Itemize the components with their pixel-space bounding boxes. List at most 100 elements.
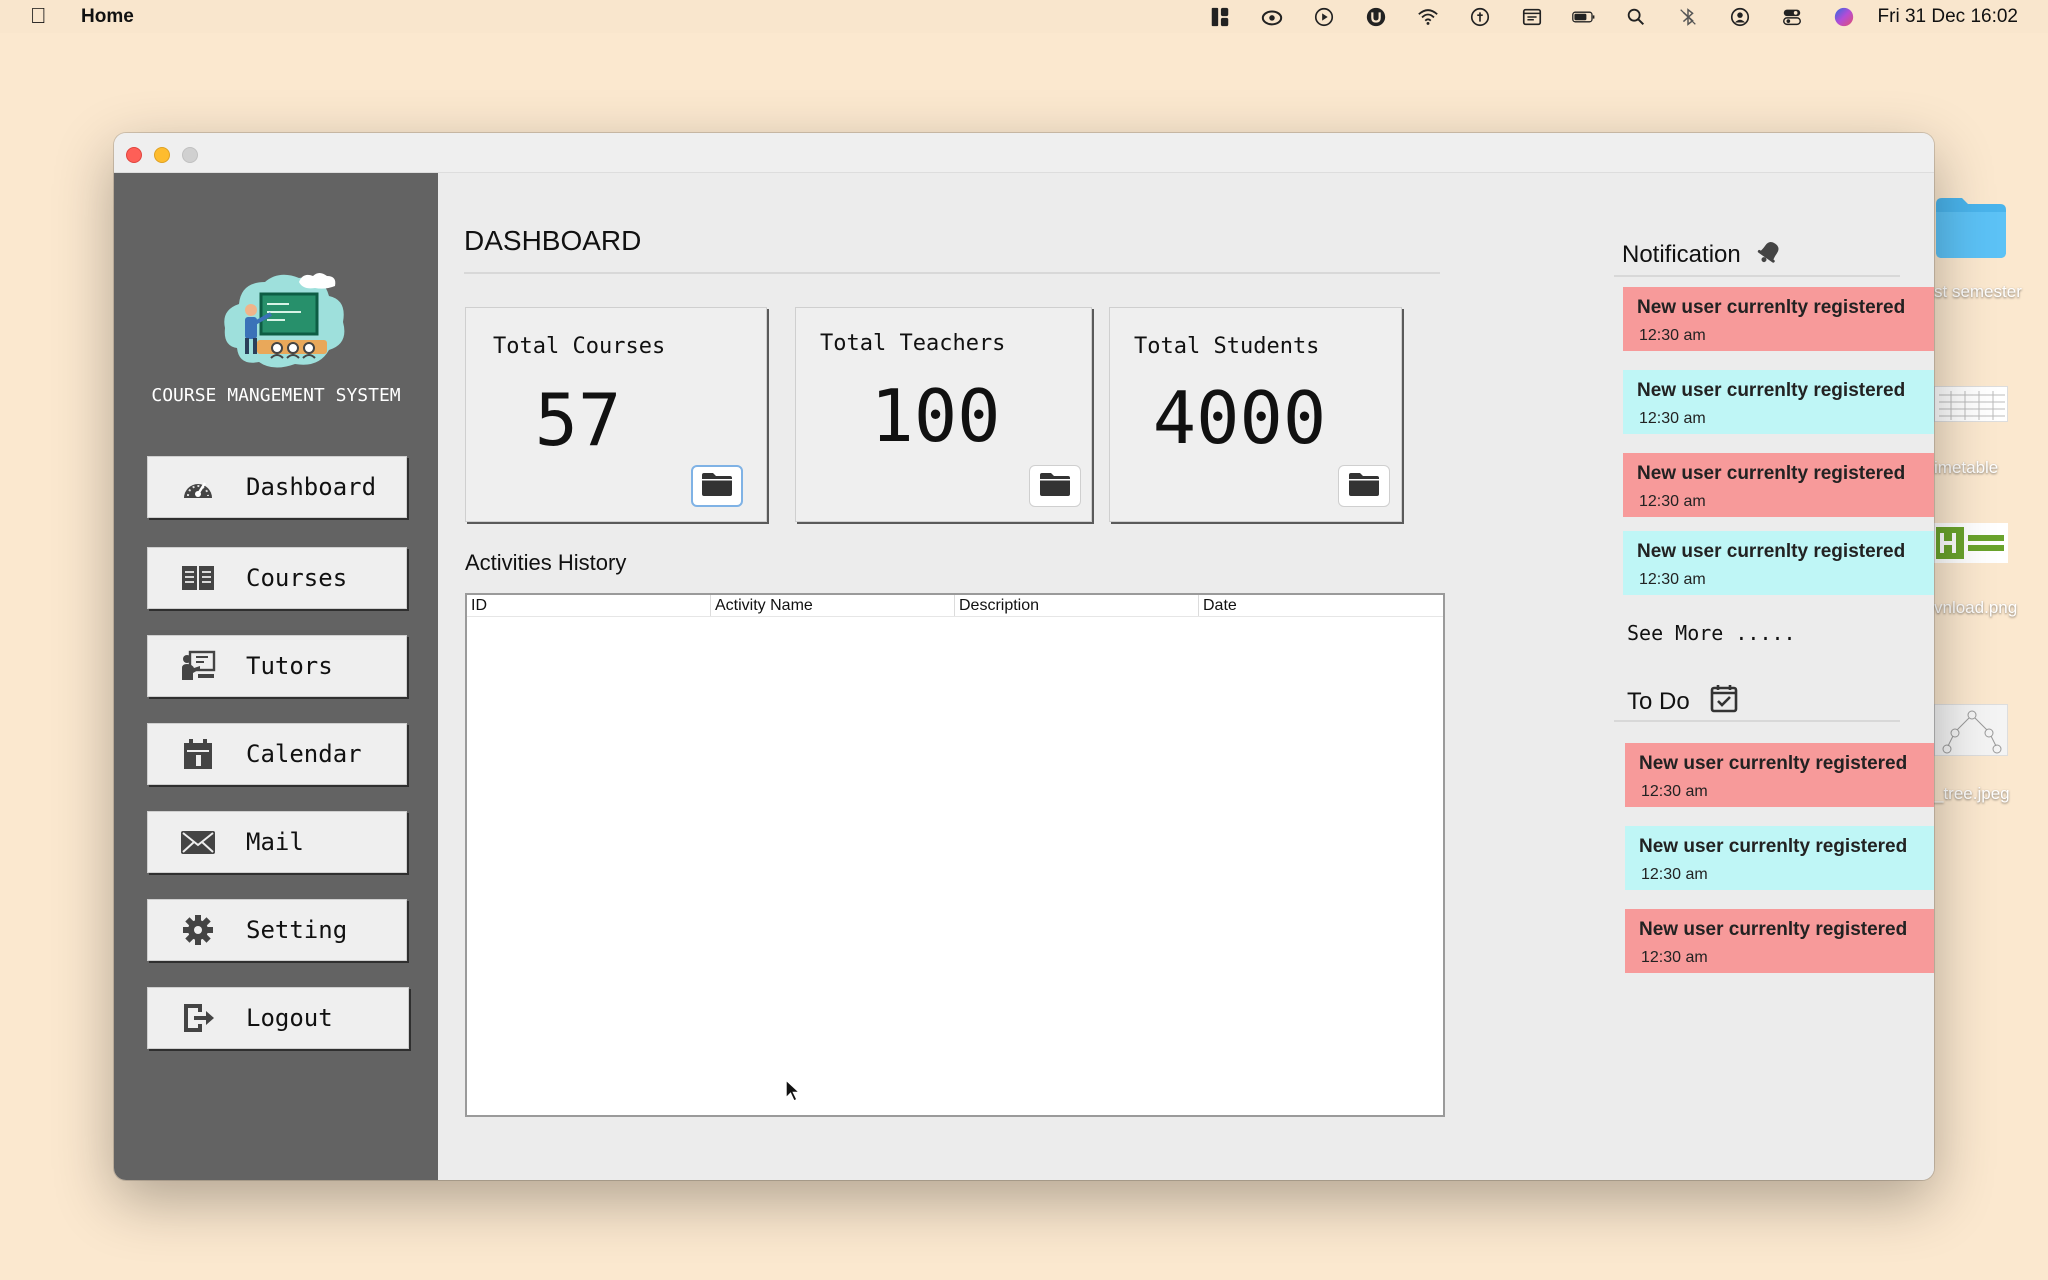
activities-table-header: ID Activity Name Description Date — [467, 595, 1443, 617]
see-more-link[interactable]: See More ..... — [1627, 621, 1796, 645]
apple-icon[interactable]:  — [30, 3, 47, 29]
column-header[interactable]: Date — [1199, 595, 1443, 616]
notification-item[interactable]: New user currenlty registered 12:30 am — [1623, 453, 1934, 517]
notification-item[interactable]: New user currenlty registered 12:30 am — [1623, 287, 1934, 351]
folder-icon — [1348, 471, 1380, 502]
control-center-icon[interactable] — [1766, 0, 1818, 33]
nav-label: Setting — [246, 916, 348, 944]
nav-label: Dashboard — [246, 473, 377, 501]
notification-time: 12:30 am — [1639, 327, 1706, 344]
wifi-icon[interactable] — [1402, 0, 1454, 33]
card-value: 100 — [870, 374, 1001, 458]
nav-setting-button[interactable]: Setting — [147, 899, 407, 961]
todo-text: New user currenlty registered — [1639, 919, 1908, 940]
column-header[interactable]: Description — [955, 595, 1199, 616]
zoom-window-button[interactable] — [182, 147, 198, 163]
nav-label: Tutors — [246, 652, 333, 680]
teachers-folder-button[interactable] — [1029, 465, 1081, 507]
card-label: Total Teachers — [820, 331, 1006, 356]
main-content: DASHBOARD Total Courses 57 Total Teacher… — [438, 173, 1934, 1180]
desktop-tree-thumbnail[interactable] — [1934, 704, 2008, 756]
notification-title: Notification — [1622, 240, 1741, 268]
folder-icon — [701, 471, 733, 502]
notification-item[interactable]: New user currenlty registered 12:30 am — [1623, 370, 1934, 434]
utorrent-icon[interactable] — [1350, 0, 1402, 33]
search-icon[interactable] — [1610, 0, 1662, 33]
user-icon[interactable] — [1714, 0, 1766, 33]
card-value: 57 — [534, 378, 622, 462]
total-courses-card: Total Courses 57 — [465, 307, 767, 522]
todo-header: To Do — [1627, 683, 1738, 720]
desktop-item-label[interactable]: imetable — [1934, 458, 1998, 478]
app-window: COURSE MANGEMENT SYSTEM Dashboard Course… — [114, 133, 1934, 1180]
desktop-timetable-thumbnail[interactable] — [1934, 386, 2008, 422]
total-students-card: Total Students 4000 — [1109, 307, 1402, 522]
gear-icon — [178, 912, 218, 948]
bluetooth-icon[interactable] — [1662, 0, 1714, 33]
todo-title: To Do — [1627, 687, 1690, 715]
nav-label: Logout — [246, 1004, 333, 1032]
minimize-window-button[interactable] — [154, 147, 170, 163]
nav-label: Calendar — [246, 740, 362, 768]
todo-text: New user currenlty registered — [1639, 836, 1908, 857]
play-icon[interactable] — [1298, 0, 1350, 33]
nav-calendar-button[interactable]: Calendar — [147, 723, 407, 785]
nav-courses-button[interactable]: Courses — [147, 547, 407, 609]
card-label: Total Students — [1134, 334, 1320, 359]
todo-item[interactable]: New user currenlty registered 12:30 am — [1625, 743, 1934, 807]
siri-icon[interactable] — [1818, 0, 1870, 33]
mail-icon — [178, 824, 218, 860]
notification-item[interactable]: New user currenlty registered 12:30 am — [1623, 531, 1934, 595]
desktop-folder-icon[interactable] — [1934, 190, 2008, 262]
close-window-button[interactable] — [126, 147, 142, 163]
desktop-herald-college-thumbnail[interactable] — [1934, 523, 2008, 563]
todo-time: 12:30 am — [1641, 783, 1708, 800]
menubar-clock[interactable]: Fri 31 Dec 16:02 — [1870, 6, 2048, 28]
tutor-icon — [178, 648, 218, 684]
menubar-app-name[interactable]: Home — [81, 6, 134, 28]
todo-item[interactable]: New user currenlty registered 12:30 am — [1625, 909, 1934, 973]
title-divider — [464, 272, 1440, 274]
todo-text: New user currenlty registered — [1639, 753, 1908, 774]
app-title: COURSE MANGEMENT SYSTEM — [151, 385, 401, 406]
card-value: 4000 — [1152, 376, 1327, 460]
speedometer-icon — [178, 469, 218, 505]
desktop-item-label[interactable]: st semester — [1934, 282, 2022, 302]
battery-icon[interactable] — [1558, 0, 1610, 33]
students-folder-button[interactable] — [1338, 465, 1390, 507]
nav-label: Mail — [246, 828, 304, 856]
window-titlebar[interactable] — [114, 133, 1934, 173]
mouse-cursor-icon — [784, 1078, 802, 1104]
desktop-item-label[interactable]: _tree.jpeg — [1934, 784, 2010, 804]
notification-divider — [1614, 275, 1900, 277]
todo-time: 12:30 am — [1641, 949, 1708, 966]
notification-header: Notification — [1622, 237, 1785, 272]
courses-folder-button[interactable] — [691, 465, 743, 507]
activities-table[interactable]: ID Activity Name Description Date — [465, 593, 1445, 1117]
calendar-check-icon — [1710, 683, 1738, 720]
activities-history-title: Activities History — [465, 550, 627, 575]
todo-item[interactable]: New user currenlty registered 12:30 am — [1625, 826, 1934, 890]
column-header[interactable]: Activity Name — [711, 595, 955, 616]
bell-icon — [1755, 237, 1785, 272]
notification-time: 12:30 am — [1639, 571, 1706, 588]
nav-mail-button[interactable]: Mail — [147, 811, 407, 873]
nav-label: Courses — [246, 564, 348, 592]
folder-icon — [1039, 471, 1071, 502]
display-icon[interactable] — [1506, 0, 1558, 33]
todo-divider — [1614, 720, 1900, 722]
desktop-item-label[interactable]: vnload.png — [1934, 598, 2017, 618]
nav-dashboard-button[interactable]: Dashboard — [147, 456, 407, 518]
app-grid-icon[interactable] — [1194, 0, 1246, 33]
notification-time: 12:30 am — [1639, 493, 1706, 510]
todo-time: 12:30 am — [1641, 866, 1708, 883]
notification-text: New user currenlty registered — [1637, 297, 1906, 318]
creative-cloud-icon[interactable] — [1246, 0, 1298, 33]
column-header[interactable]: ID — [467, 595, 711, 616]
nav-tutors-button[interactable]: Tutors — [147, 635, 407, 697]
accessibility-icon[interactable] — [1454, 0, 1506, 33]
nav-logout-button[interactable]: Logout — [147, 987, 409, 1049]
notification-text: New user currenlty registered — [1637, 541, 1906, 562]
total-teachers-card: Total Teachers 100 — [795, 307, 1092, 522]
sidebar: COURSE MANGEMENT SYSTEM Dashboard Course… — [114, 173, 438, 1180]
